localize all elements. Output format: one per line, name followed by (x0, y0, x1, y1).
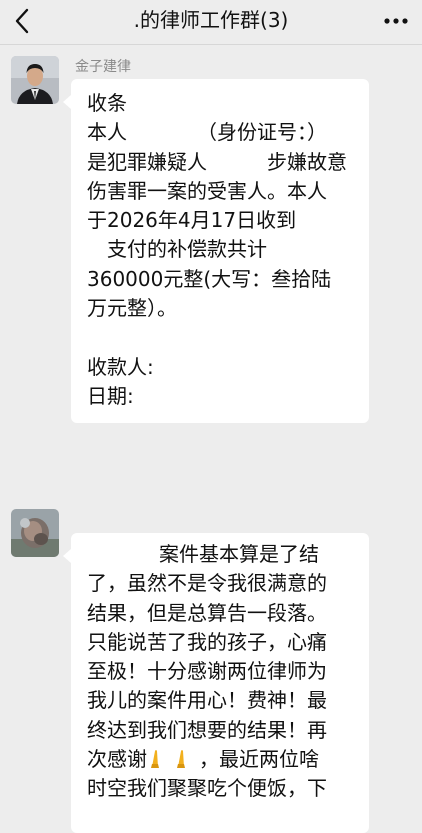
more-dots-icon (384, 18, 408, 24)
praying-hands-icon (173, 747, 199, 769)
message-bubble[interactable]: 收条 本人 （身份证号：） 是犯罪嫌疑人 步嫌故意 伤害罪一案的受害人。本人 于… (63, 79, 369, 423)
message-line: 只能说苦了我的孩子，心痛 (87, 629, 327, 654)
avatar-photo-blurred (11, 509, 59, 557)
message-line: 终达到我们想要的结果！再 (87, 717, 327, 742)
avatar[interactable] (11, 509, 59, 557)
chat-header: .的律师工作群(3) (0, 0, 422, 45)
sender-name: 金子建律 (75, 59, 131, 75)
message-line-with-emoji: 次感谢 ，最近两位啥 (87, 745, 357, 774)
message-line (87, 323, 353, 352)
message-line: 万元整）。 (87, 296, 177, 321)
message-line: 了，虽然不是令我很满意的 (87, 571, 327, 596)
message-line: 结果，但是总算告一段落。 (87, 600, 327, 625)
message-text: 次感谢 (87, 747, 147, 772)
message-line: 日期: (87, 383, 134, 408)
message-line: 伤害罪一案的受害人。本人 (87, 178, 327, 203)
message-line: 我儿的案件用心！费神！最 (87, 688, 327, 713)
more-button[interactable] (382, 9, 410, 33)
message-line: 支付的补偿款共计 (87, 237, 267, 262)
message-line: 是犯罪嫌疑人 步嫌故意 (87, 149, 347, 174)
message-line: 360000元整(大写：叁拾陆 (87, 266, 332, 291)
avatar-man-suit (11, 56, 59, 104)
message-line: 案件基本算是了结 (159, 542, 319, 566)
message-line: 收条 (87, 91, 127, 115)
message-line: 于2026年4月17日收到 (87, 208, 297, 233)
message-text: ，最近两位啥 (199, 747, 319, 772)
message-line: 本人 （身份证号：） (87, 120, 327, 145)
message-line: 时空我们聚聚吃个便饭，下 (87, 776, 327, 801)
message-bubble[interactable]: 案件基本算是了结 了，虽然不是令我很满意的 结果，但是总算告一段落。 只能说苦了… (63, 533, 369, 833)
message-line: 收款人: (87, 354, 154, 379)
chat-title: .的律师工作群(3) (133, 8, 289, 32)
praying-hands-icon (147, 747, 173, 769)
message-line: 至极！十分感谢两位律师为 (87, 659, 327, 684)
avatar[interactable] (11, 56, 59, 104)
